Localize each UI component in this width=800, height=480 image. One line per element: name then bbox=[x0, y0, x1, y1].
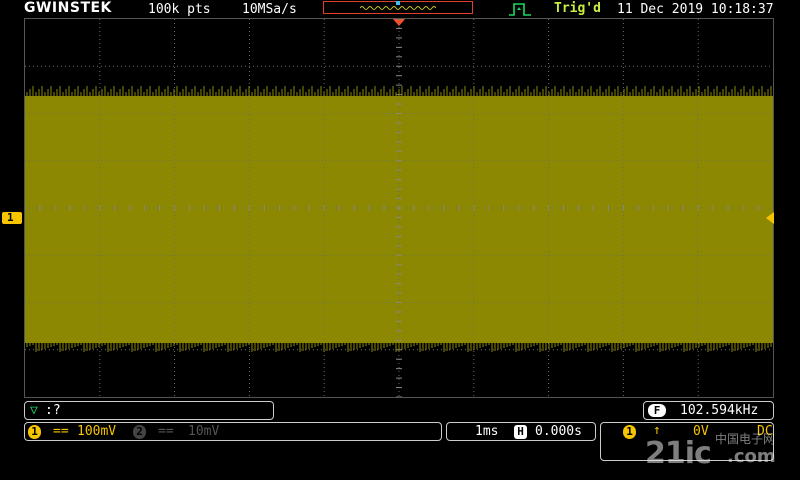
ch2-badge-icon[interactable]: 2 bbox=[133, 425, 146, 439]
frequency-counter[interactable]: F 102.594kHz bbox=[643, 401, 774, 420]
watermark-sub: 中国电子网 bbox=[715, 432, 776, 446]
brand-logo: GWINSTEK bbox=[24, 0, 112, 16]
watermark-main: 21ic bbox=[645, 436, 712, 471]
timebase-scale: 1ms bbox=[475, 424, 499, 439]
timebase-status[interactable]: 1ms H 0.000s bbox=[446, 422, 596, 441]
channel-status[interactable]: 1 == 100mV 2 == 10mV bbox=[24, 422, 442, 441]
graticule bbox=[24, 18, 774, 398]
overview-wave-icon bbox=[360, 6, 436, 10]
ch1-badge-icon[interactable]: 1 bbox=[28, 425, 41, 439]
trigger-status: Trig'd bbox=[554, 1, 601, 16]
ch1-position-marker[interactable]: 1 bbox=[2, 211, 22, 224]
ch2-vertical-scale: 10mV bbox=[188, 424, 220, 439]
ch1-marker-label: 1 bbox=[7, 211, 14, 224]
date-time: 11 Dec 2019 10:18:37 bbox=[617, 2, 774, 17]
record-length: 100k pts bbox=[148, 2, 211, 17]
frequency-badge-icon: F bbox=[648, 404, 666, 417]
top-status-bar: GWINSTEK 100k pts 10MSa/s Trig'd 11 Dec … bbox=[0, 0, 800, 18]
trigger-edge-icon bbox=[509, 3, 531, 16]
waveform-display[interactable] bbox=[24, 18, 774, 398]
memory-overview-bar bbox=[323, 1, 473, 14]
overview-position-marker bbox=[396, 1, 400, 5]
trigger-source-badge-icon: 1 bbox=[623, 425, 636, 439]
ch2-coupling-dc-icon: == bbox=[158, 424, 174, 439]
watermark-domain: .com bbox=[727, 446, 776, 467]
ch1-coupling-dc-icon: == bbox=[53, 424, 69, 439]
ch1-vertical-scale: 100mV bbox=[77, 424, 117, 439]
math-label: :? bbox=[45, 403, 61, 418]
math-status[interactable]: ▽ :? bbox=[24, 401, 274, 420]
horizontal-position: 0.000s bbox=[535, 424, 582, 439]
frequency-value: 102.594kHz bbox=[680, 403, 759, 418]
horizontal-position-icon: H bbox=[514, 425, 527, 439]
math-triangle-icon: ▽ bbox=[30, 403, 38, 418]
site-watermark: 21ic 中国电子网 .com bbox=[645, 432, 795, 476]
sample-rate: 10MSa/s bbox=[242, 2, 297, 17]
trigger-level-marker[interactable] bbox=[766, 212, 774, 224]
